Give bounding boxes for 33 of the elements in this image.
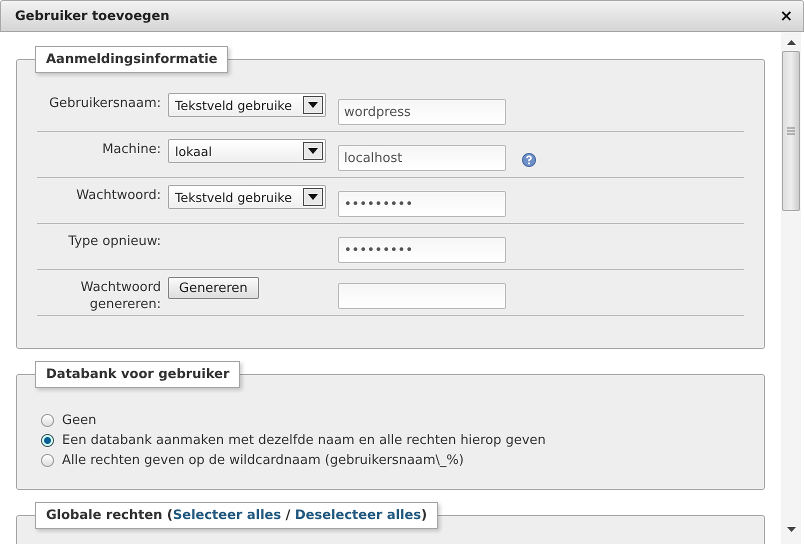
section-legend: Aanmeldingsinformatie: [35, 46, 228, 73]
select-all-link[interactable]: Selecteer alles: [172, 508, 282, 523]
radio-label[interactable]: Een databank aanmaken met dezelfde naam en alle rechten hierop geven: [62, 433, 546, 448]
generate-button[interactable]: Genereren: [168, 277, 259, 299]
radio-label[interactable]: Geen: [62, 413, 96, 428]
scrollbar-thumb[interactable]: [782, 51, 800, 211]
radio-label[interactable]: Alle rechten geven op de wildcardnaam (gebruikersnaam\_%): [62, 453, 464, 468]
dropdown[interactable]: Tekstveld gebruike: [168, 93, 326, 117]
section-legend: Databank voor gebruiker: [35, 361, 240, 388]
close-button[interactable]: ×: [778, 8, 795, 24]
scroll-down-icon[interactable]: [786, 527, 796, 532]
dropdown[interactable]: lokaal: [168, 139, 326, 163]
field-label: Type opnieuw:: [67, 233, 162, 250]
grip-icon: [787, 127, 795, 135]
field-label: Wachtwoord:: [75, 187, 162, 204]
input-field[interactable]: [338, 283, 506, 309]
deselect-all-link[interactable]: Deselecteer alles: [294, 508, 422, 523]
radio-button[interactable]: [41, 454, 54, 467]
radio-button[interactable]: [41, 414, 54, 427]
field-label: Wachtwoord genereren:: [80, 279, 162, 313]
radio-button[interactable]: [41, 434, 54, 447]
field-label: Gebruikersnaam:: [48, 95, 162, 112]
field-label: Machine:: [101, 141, 162, 158]
section-legend: Globale rechten (Selecteer alles / Deselecteer alles): [35, 502, 438, 529]
window-title: Gebruiker toevoegen: [15, 8, 170, 24]
dropdown[interactable]: Tekstveld gebruike: [168, 185, 326, 209]
scrollbar[interactable]: [781, 32, 801, 544]
input-field[interactable]: wordpress: [338, 99, 506, 125]
input-field[interactable]: •••••••••: [338, 191, 506, 217]
help-icon[interactable]: [522, 153, 536, 167]
scroll-up-icon[interactable]: [786, 40, 796, 45]
input-field[interactable]: •••••••••: [338, 237, 506, 263]
input-field[interactable]: localhost: [338, 145, 506, 171]
